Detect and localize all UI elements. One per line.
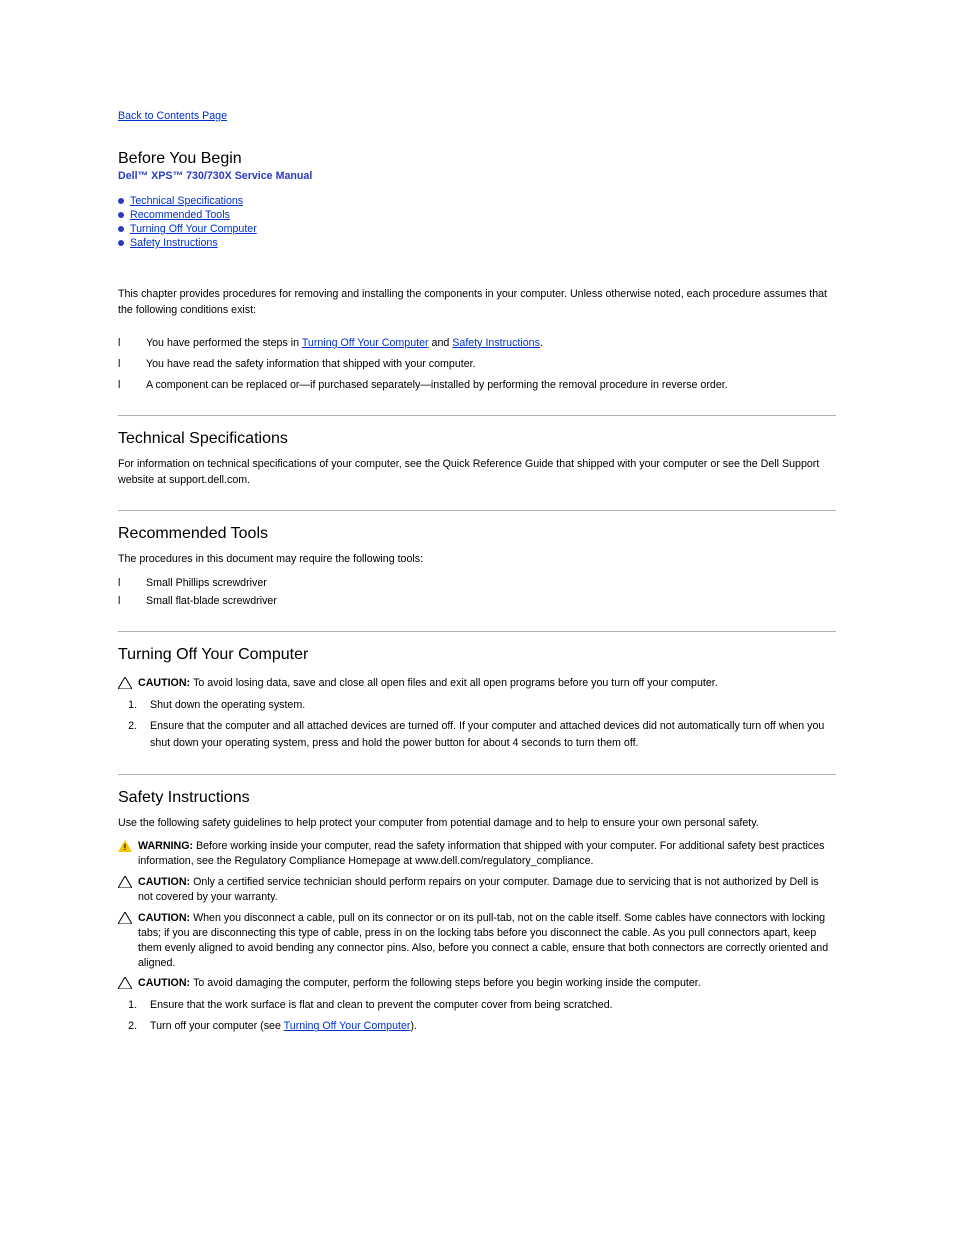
caution-text: CAUTION: When you disconnect a cable, pu… (138, 911, 836, 971)
specs-body: For information on technical specificati… (118, 456, 836, 488)
list-item: Turn off your computer (see Turning Off … (140, 1018, 836, 1035)
toc-link-turnoff[interactable]: Turning Off Your Computer (130, 222, 257, 236)
bullet-icon (118, 198, 124, 204)
tools-lead: The procedures in this document may requ… (118, 551, 836, 567)
toc-link-specs[interactable]: Technical Specifications (130, 194, 243, 208)
section-title-specs: Technical Specifications (118, 430, 836, 448)
turnoff-steps: Shut down the operating system. Ensure t… (118, 697, 836, 752)
back-to-contents-link[interactable]: Back to Contents Page (118, 110, 227, 122)
bullet-icon (118, 240, 124, 246)
list-marker: l (118, 575, 128, 591)
toc-item: Turning Off Your Computer (118, 222, 836, 236)
tool-item: Small Phillips screwdriver (146, 575, 267, 591)
intro-bullet: You have performed the steps in Turning … (146, 336, 543, 351)
bullet-icon (118, 226, 124, 232)
list-item: Shut down the operating system. (140, 697, 836, 714)
warning-text: WARNING: Before working inside your comp… (138, 839, 836, 869)
caution-text: CAUTION: To avoid losing data, save and … (138, 676, 836, 691)
tool-item: Small flat-blade screwdriver (146, 593, 277, 609)
list-marker: l (118, 593, 128, 609)
list-item: Ensure that the computer and all attache… (140, 718, 836, 752)
caution-block: CAUTION: Only a certified service techni… (118, 875, 836, 905)
toc-item: Technical Specifications (118, 194, 836, 208)
link-safety-inline[interactable]: Safety Instructions (452, 337, 540, 349)
link-turnoff-inline[interactable]: Turning Off Your Computer (302, 337, 429, 349)
caution-icon (118, 677, 132, 689)
link-turnoff-step[interactable]: Turning Off Your Computer (284, 1020, 411, 1032)
intro-paragraph: This chapter provides procedures for rem… (118, 286, 836, 318)
list-marker: l (118, 378, 128, 393)
list-marker: l (118, 336, 128, 351)
bullet-icon (118, 212, 124, 218)
section-title-tools: Recommended Tools (118, 525, 836, 543)
list-item: Ensure that the work surface is flat and… (140, 997, 836, 1014)
toc-link-tools[interactable]: Recommended Tools (130, 208, 230, 222)
caution-block: CAUTION: When you disconnect a cable, pu… (118, 911, 836, 971)
safety-lead: Use the following safety guidelines to h… (118, 815, 836, 831)
page-title: Before You Begin (118, 150, 836, 168)
divider (118, 774, 836, 775)
divider (118, 631, 836, 632)
caution-icon (118, 912, 132, 924)
intro-bullet: A component can be replaced or—if purcha… (146, 378, 728, 393)
safety-steps: Ensure that the work surface is flat and… (118, 997, 836, 1035)
caution-icon (118, 977, 132, 989)
page-body: Back to Contents Page Before You Begin D… (0, 0, 954, 1122)
intro-bullet: You have read the safety information tha… (146, 357, 476, 372)
warning-icon (118, 840, 132, 852)
warning-block: WARNING: Before working inside your comp… (118, 839, 836, 869)
divider (118, 415, 836, 416)
caution-text: CAUTION: Only a certified service techni… (138, 875, 836, 905)
section-title-safety: Safety Instructions (118, 789, 836, 807)
toc-list: Technical Specifications Recommended Too… (118, 194, 836, 250)
caution-block: CAUTION: To avoid losing data, save and … (118, 676, 836, 691)
toc-link-safety[interactable]: Safety Instructions (130, 236, 218, 250)
doc-subtitle: Dell™ XPS™ 730/730X Service Manual (118, 170, 836, 182)
caution-block: CAUTION: To avoid damaging the computer,… (118, 976, 836, 991)
caution-text: CAUTION: To avoid damaging the computer,… (138, 976, 836, 991)
list-marker: l (118, 357, 128, 372)
caution-icon (118, 876, 132, 888)
section-title-turnoff: Turning Off Your Computer (118, 646, 836, 664)
toc-item: Safety Instructions (118, 236, 836, 250)
divider (118, 510, 836, 511)
intro-block: This chapter provides procedures for rem… (118, 286, 836, 393)
toc-item: Recommended Tools (118, 208, 836, 222)
